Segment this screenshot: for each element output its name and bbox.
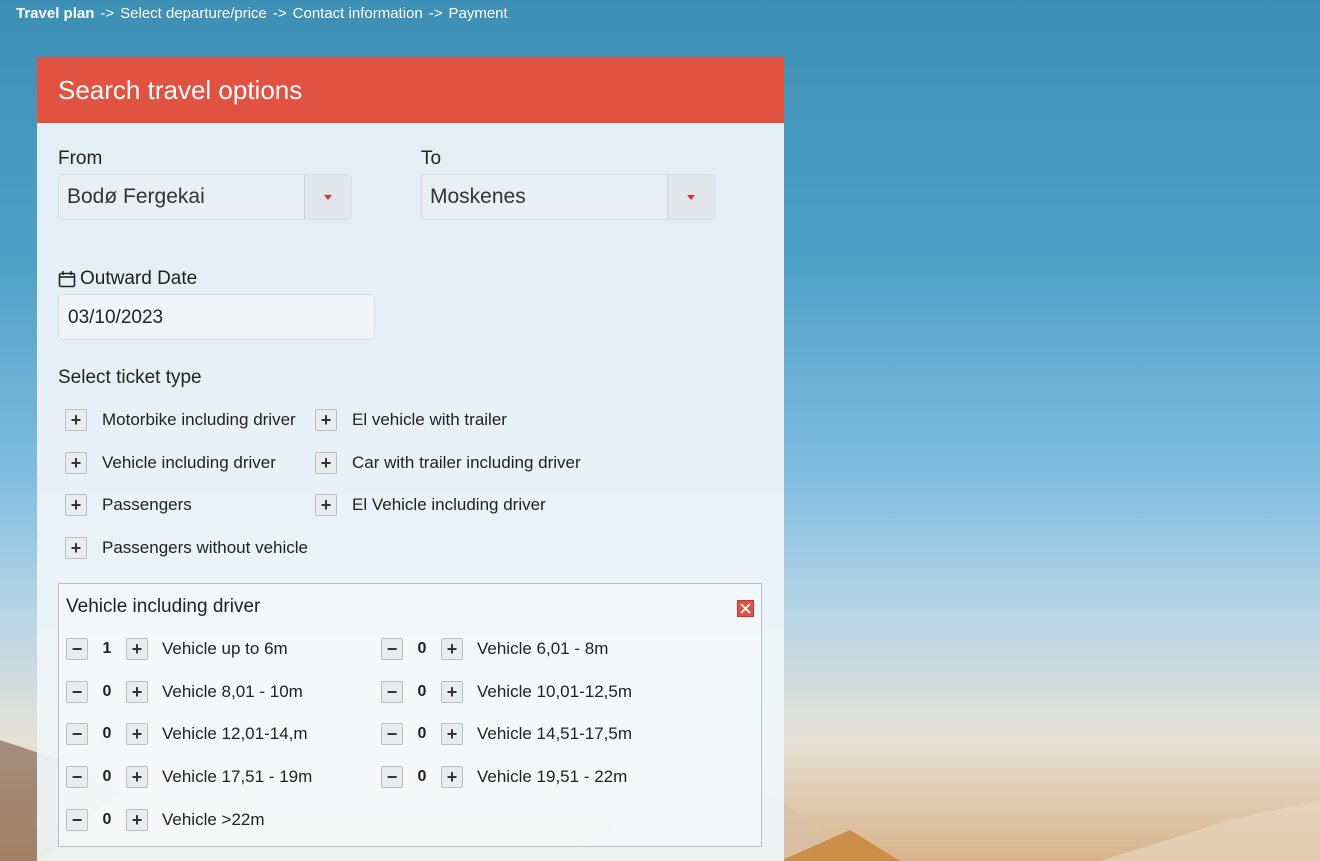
ticket-type-item: + El Vehicle including driver xyxy=(315,494,546,516)
increment-button[interactable]: + xyxy=(441,766,463,788)
to-select-value: Moskenes xyxy=(430,185,526,208)
vehicle-count: 0 xyxy=(102,811,112,828)
decrement-button[interactable]: − xyxy=(381,723,403,745)
vehicle-box-title: Vehicle including driver xyxy=(66,596,261,617)
close-icon[interactable] xyxy=(737,600,754,617)
to-label: To xyxy=(421,148,442,169)
to-select[interactable]: Moskenes xyxy=(421,174,715,220)
ticket-type-item: + Passengers xyxy=(65,494,192,516)
breadcrumb-step-contact-information[interactable]: Contact information xyxy=(293,5,423,22)
ticket-type-item: + Vehicle including driver xyxy=(65,452,276,474)
vehicle-row: − 0 + Vehicle 6,01 - 8m xyxy=(381,638,608,660)
decrement-button[interactable]: − xyxy=(66,809,88,831)
breadcrumb: Travel plan -> Select departure/price ->… xyxy=(16,5,508,22)
add-ticket-button[interactable]: + xyxy=(315,409,337,431)
vehicle-row: − 0 + Vehicle 10,01-12,5m xyxy=(381,681,632,703)
ticket-type-item: + El vehicle with trailer xyxy=(315,409,507,431)
breadcrumb-separator: -> xyxy=(272,5,287,22)
increment-button[interactable]: + xyxy=(126,681,148,703)
increment-button[interactable]: + xyxy=(126,766,148,788)
ticket-type-label: Select ticket type xyxy=(58,367,202,388)
vehicle-label: Vehicle 17,51 - 19m xyxy=(162,767,313,786)
vehicle-count: 0 xyxy=(102,683,112,700)
vehicle-label: Vehicle up to 6m xyxy=(162,639,288,658)
search-panel: Search travel options From Bodø Fergekai… xyxy=(37,57,784,861)
vehicle-row: − 0 + Vehicle 19,51 - 22m xyxy=(381,766,627,788)
vehicle-row: − 0 + Vehicle 14,51-17,5m xyxy=(381,723,632,745)
from-dropdown-button[interactable] xyxy=(304,175,351,219)
outward-date-label: Outward Date xyxy=(58,268,197,290)
increment-button[interactable]: + xyxy=(126,638,148,660)
chevron-down-icon xyxy=(687,194,695,200)
increment-button[interactable]: + xyxy=(126,809,148,831)
decrement-button[interactable]: − xyxy=(381,681,403,703)
add-ticket-button[interactable]: + xyxy=(65,452,87,474)
ticket-type-label-text: El vehicle with trailer xyxy=(352,410,507,429)
ticket-type-item: + Motorbike including driver xyxy=(65,409,296,431)
vehicle-label: Vehicle 19,51 - 22m xyxy=(477,767,628,786)
decrement-button[interactable]: − xyxy=(66,638,88,660)
to-dropdown-button[interactable] xyxy=(667,175,714,219)
increment-button[interactable]: + xyxy=(441,638,463,660)
ticket-type-label-text: Car with trailer including driver xyxy=(352,453,581,472)
vehicle-row: − 0 + Vehicle 17,51 - 19m xyxy=(66,766,312,788)
ticket-type-label-text: Passengers xyxy=(102,495,192,514)
breadcrumb-step-travel-plan[interactable]: Travel plan xyxy=(16,5,94,22)
vehicle-label: Vehicle 10,01-12,5m xyxy=(477,682,632,701)
vehicle-label: Vehicle 8,01 - 10m xyxy=(162,682,303,701)
vehicle-row: − 1 + Vehicle up to 6m xyxy=(66,638,288,660)
vehicle-row: − 0 + Vehicle >22m xyxy=(66,809,265,831)
vehicle-count: 0 xyxy=(102,768,112,785)
ticket-type-label-text: Motorbike including driver xyxy=(102,410,296,429)
add-ticket-button[interactable]: + xyxy=(65,494,87,516)
breadcrumb-separator: -> xyxy=(428,5,443,22)
panel-title: Search travel options xyxy=(37,57,784,123)
ticket-type-item: + Car with trailer including driver xyxy=(315,452,581,474)
decrement-button[interactable]: − xyxy=(66,723,88,745)
vehicle-count: 1 xyxy=(102,640,112,657)
breadcrumb-step-payment[interactable]: Payment xyxy=(449,5,508,22)
vehicle-count: 0 xyxy=(417,768,427,785)
vehicle-label: Vehicle >22m xyxy=(162,810,265,829)
vehicle-count: 0 xyxy=(417,725,427,742)
vehicle-label: Vehicle 6,01 - 8m xyxy=(477,639,609,658)
ticket-type-label-text: Vehicle including driver xyxy=(102,453,276,472)
increment-button[interactable]: + xyxy=(126,723,148,745)
ticket-type-label-text: Passengers without vehicle xyxy=(102,538,309,557)
vehicle-row: − 0 + Vehicle 8,01 - 10m xyxy=(66,681,303,703)
from-select-value: Bodø Fergekai xyxy=(67,185,205,208)
vehicle-count: 0 xyxy=(417,683,427,700)
decrement-button[interactable]: − xyxy=(66,681,88,703)
ticket-type-item: + Passengers without vehicle xyxy=(65,537,308,559)
vehicle-label: Vehicle 14,51-17,5m xyxy=(477,724,632,743)
add-ticket-button[interactable]: + xyxy=(65,409,87,431)
vehicle-label: Vehicle 12,01-14,m xyxy=(162,724,308,743)
from-label: From xyxy=(58,148,103,169)
vehicle-selection-box: Vehicle including driver − 1 + Vehicle u… xyxy=(58,583,762,847)
calendar-icon xyxy=(58,271,76,288)
decrement-button[interactable]: − xyxy=(381,638,403,660)
decrement-button[interactable]: − xyxy=(66,766,88,788)
ticket-type-label-text: El Vehicle including driver xyxy=(352,495,546,514)
vehicle-count: 0 xyxy=(102,725,112,742)
add-ticket-button[interactable]: + xyxy=(65,537,87,559)
chevron-down-icon xyxy=(324,194,332,200)
add-ticket-button[interactable]: + xyxy=(315,452,337,474)
outward-date-input[interactable]: 03/10/2023 xyxy=(58,294,375,340)
outward-date-label-text: Outward Date xyxy=(80,268,198,289)
breadcrumb-separator: -> xyxy=(100,5,115,22)
vehicle-row: − 0 + Vehicle 12,01-14,m xyxy=(66,723,308,745)
increment-button[interactable]: + xyxy=(441,723,463,745)
add-ticket-button[interactable]: + xyxy=(315,494,337,516)
breadcrumb-step-select-departure[interactable]: Select departure/price xyxy=(120,5,267,22)
from-select[interactable]: Bodø Fergekai xyxy=(58,174,352,220)
decrement-button[interactable]: − xyxy=(381,766,403,788)
vehicle-count: 0 xyxy=(417,640,427,657)
increment-button[interactable]: + xyxy=(441,681,463,703)
